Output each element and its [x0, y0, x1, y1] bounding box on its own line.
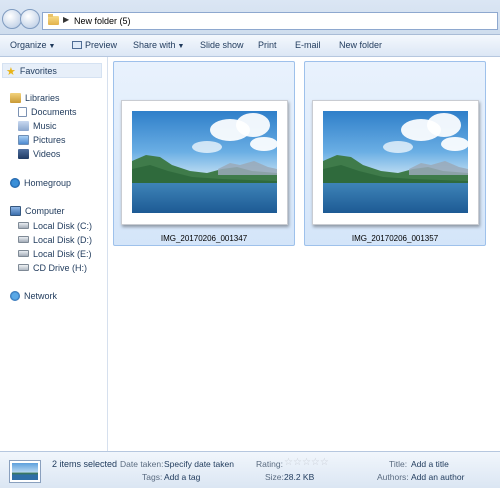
sidebar-item-label: Local Disk (E:)	[33, 249, 92, 259]
sidebar-item-disk-c[interactable]: Local Disk (C:)	[18, 221, 92, 231]
star-icon[interactable]: ☆	[302, 457, 311, 468]
sidebar-item-label: Documents	[31, 107, 77, 117]
back-button[interactable]	[2, 9, 22, 29]
star-icon[interactable]: ☆	[293, 457, 302, 468]
sidebar-item-disk-d[interactable]: Local Disk (D:)	[18, 235, 92, 245]
sidebar-item-cd-drive[interactable]: CD Drive (H:)	[18, 263, 87, 273]
share-with-label: Share with	[133, 40, 176, 50]
file-name[interactable]: IMG_20170206_001347	[114, 234, 294, 243]
chevron-right-icon[interactable]: ▶	[63, 15, 69, 24]
cd-drive-icon	[18, 264, 29, 271]
email-button[interactable]: E-mail	[295, 40, 321, 50]
sidebar-item-documents[interactable]: Documents	[18, 107, 77, 117]
sidebar-item-disk-e[interactable]: Local Disk (E:)	[18, 249, 92, 259]
new-folder-button[interactable]: New folder	[339, 40, 382, 50]
title-label: Title:	[389, 459, 408, 469]
libraries-icon	[10, 93, 21, 103]
hard-disk-icon	[18, 236, 29, 243]
address-bar-row: ▶ New folder (5)	[0, 0, 500, 35]
sidebar-item-label: CD Drive (H:)	[33, 263, 87, 273]
print-button[interactable]: Print	[258, 40, 277, 50]
preview-label: Preview	[85, 40, 118, 50]
rating-label: Rating:	[256, 459, 283, 469]
breadcrumb-current-folder[interactable]: New folder (5)	[74, 16, 131, 26]
size-value: 28.2 KB	[284, 472, 315, 482]
command-bar: Organize ▼ Preview Share with ▼ Slide show…	[0, 35, 500, 57]
sidebar-item-favorites[interactable]: ★ Favorites	[6, 65, 57, 78]
videos-icon	[18, 149, 29, 159]
image-thumbnail	[312, 100, 479, 225]
sidebar-item-label: Libraries	[25, 93, 60, 103]
sidebar-item-computer[interactable]: Computer	[10, 206, 65, 216]
star-icon[interactable]: ☆	[284, 457, 293, 468]
folder-icon	[48, 14, 59, 25]
sidebar-item-network[interactable]: Network	[10, 291, 57, 301]
sidebar-item-label: Pictures	[33, 135, 66, 145]
homegroup-icon	[10, 178, 20, 188]
rating-stars[interactable]: ☆☆☆☆☆	[284, 457, 329, 468]
computer-icon	[10, 206, 21, 216]
sidebar-item-videos[interactable]: Videos	[18, 149, 60, 159]
file-list[interactable]: IMG_20170206_001347 IMG_20170206_001357	[109, 57, 500, 451]
pictures-icon	[18, 135, 29, 145]
file-tile[interactable]: IMG_20170206_001357	[304, 61, 486, 246]
sidebar-item-label: Network	[24, 291, 58, 301]
organize-label: Organize	[10, 40, 47, 50]
date-taken-field[interactable]: Specify date taken	[164, 459, 234, 469]
forward-button[interactable]	[20, 9, 40, 29]
file-tile[interactable]: IMG_20170206_001347	[113, 61, 295, 246]
sidebar-item-label: Music	[33, 121, 57, 131]
sidebar-item-music[interactable]: Music	[18, 121, 57, 131]
landscape-photo	[323, 111, 468, 213]
preview-icon	[72, 41, 82, 49]
selection-thumbnail	[9, 460, 41, 483]
sidebar-item-label: Videos	[33, 149, 61, 159]
address-bar[interactable]: ▶ New folder (5)	[42, 12, 498, 30]
chevron-down-icon: ▼	[177, 43, 185, 50]
tags-label: Tags:	[142, 472, 163, 482]
chevron-down-icon: ▼	[48, 43, 56, 50]
preview-button[interactable]: Preview	[72, 40, 117, 50]
title-field[interactable]: Add a title	[411, 459, 449, 469]
documents-icon	[18, 107, 27, 117]
details-pane: 2 items selected Date taken: Specify dat…	[0, 451, 500, 488]
image-thumbnail	[121, 100, 288, 225]
sidebar-item-pictures[interactable]: Pictures	[18, 135, 66, 145]
file-name[interactable]: IMG_20170206_001357	[305, 234, 485, 243]
share-with-button[interactable]: Share with ▼	[133, 40, 184, 50]
sidebar-item-label: Local Disk (C:)	[33, 221, 93, 231]
authors-field[interactable]: Add an author	[411, 472, 464, 482]
star-icon[interactable]: ☆	[320, 457, 329, 468]
navigation-pane: ★ Favorites Libraries Documents Music Pic…	[0, 57, 108, 451]
selection-count: 2 items selected	[52, 459, 118, 469]
sidebar-item-label: Computer	[25, 206, 65, 216]
landscape-photo	[132, 111, 277, 213]
hard-disk-icon	[18, 250, 29, 257]
date-taken-label: Date taken:	[120, 459, 164, 469]
hard-disk-icon	[18, 222, 29, 229]
size-label: Size:	[265, 472, 284, 482]
organize-button[interactable]: Organize ▼	[10, 40, 55, 50]
sidebar-item-libraries[interactable]: Libraries	[10, 93, 60, 103]
slide-show-button[interactable]: Slide show	[200, 40, 244, 50]
music-icon	[18, 121, 29, 131]
sidebar-item-label: Favorites	[19, 66, 57, 76]
network-icon	[10, 291, 20, 301]
sidebar-item-label: Local Disk (D:)	[33, 235, 93, 245]
star-icon[interactable]: ☆	[311, 457, 320, 468]
sidebar-item-label: Homegroup	[24, 178, 72, 188]
star-icon: ★	[6, 66, 16, 78]
authors-label: Authors:	[377, 472, 409, 482]
tags-field[interactable]: Add a tag	[164, 472, 200, 482]
sidebar-item-homegroup[interactable]: Homegroup	[10, 178, 71, 188]
